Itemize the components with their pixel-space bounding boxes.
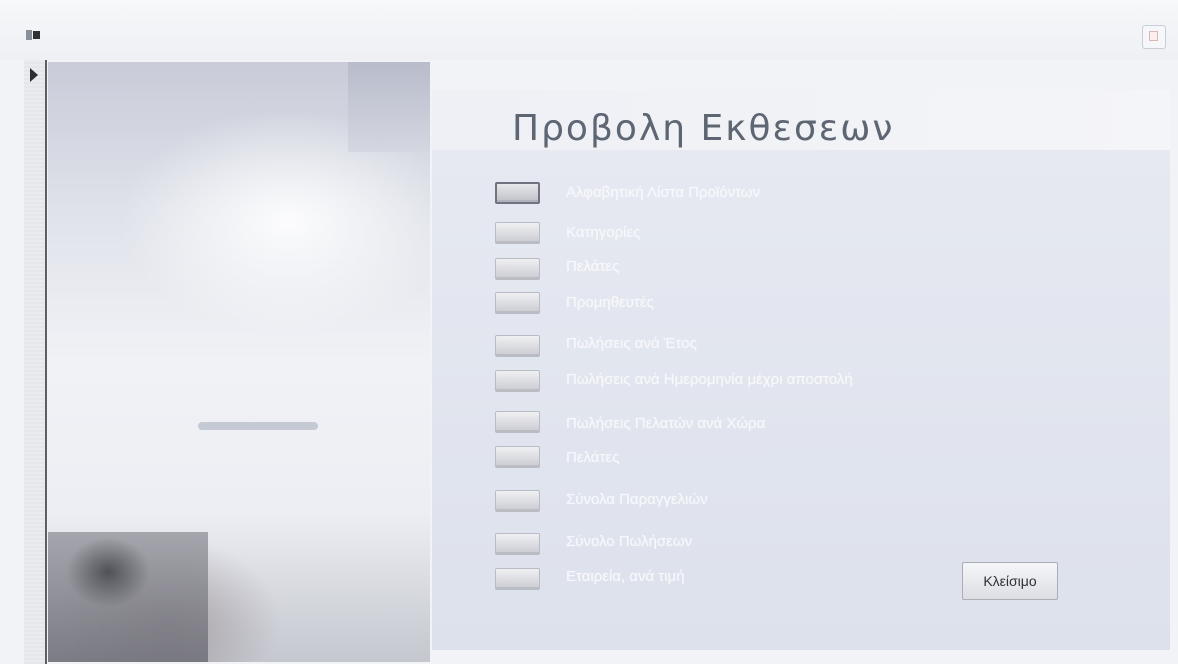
record-pointer-icon <box>30 68 38 82</box>
report-label-4: Προμηθευτές <box>566 294 654 311</box>
photo-figure <box>48 532 208 662</box>
form-icon <box>26 30 40 40</box>
report-button-6[interactable] <box>495 370 540 392</box>
report-button-3[interactable] <box>495 258 540 280</box>
report-button-8[interactable] <box>495 446 540 468</box>
report-label-2: Κατηγορίες <box>566 224 641 241</box>
report-button-4[interactable] <box>495 292 540 314</box>
reports-form-window: Προβολη Εκθεσεων Αλφαβητική Λίστα Προϊόν… <box>0 0 1178 664</box>
photo-streak <box>198 422 318 430</box>
report-button-1[interactable] <box>495 182 540 204</box>
window-close-button[interactable] <box>1142 25 1166 49</box>
page-title: Προβολη Εκθεσεων <box>512 108 895 149</box>
report-label-8: Πελάτες <box>566 449 620 466</box>
report-label-9: Σύνολα Παραγγελιών <box>566 491 708 508</box>
report-label-6: Πωλήσεις ανά Ημερομηνία μέχρι αποστολή <box>566 371 853 388</box>
report-label-1: Αλφαβητική Λίστα Προϊόντων <box>566 184 761 201</box>
report-button-10[interactable] <box>495 533 540 555</box>
report-label-10: Σύνολο Πωλήσεων <box>566 533 693 550</box>
report-label-11: Εταιρεία, ανά τιμή <box>566 568 685 585</box>
report-label-7: Πωλήσεις Πελατών ανά Χώρα <box>566 415 766 432</box>
reports-panel <box>432 150 1170 650</box>
report-button-2[interactable] <box>495 222 540 244</box>
report-button-7[interactable] <box>495 411 540 433</box>
close-form-button[interactable]: Κλείσιμο <box>962 562 1058 600</box>
background-photo <box>48 62 430 662</box>
report-button-9[interactable] <box>495 490 540 512</box>
title-bar <box>0 0 1178 60</box>
close-icon <box>1149 31 1158 41</box>
photo-cloud-region <box>348 62 430 152</box>
record-selector[interactable] <box>24 60 47 664</box>
report-label-3: Πελάτες <box>566 258 620 275</box>
report-label-5: Πωλήσεις ανά Έτος <box>566 335 697 352</box>
report-button-11[interactable] <box>495 568 540 590</box>
report-button-5[interactable] <box>495 335 540 357</box>
